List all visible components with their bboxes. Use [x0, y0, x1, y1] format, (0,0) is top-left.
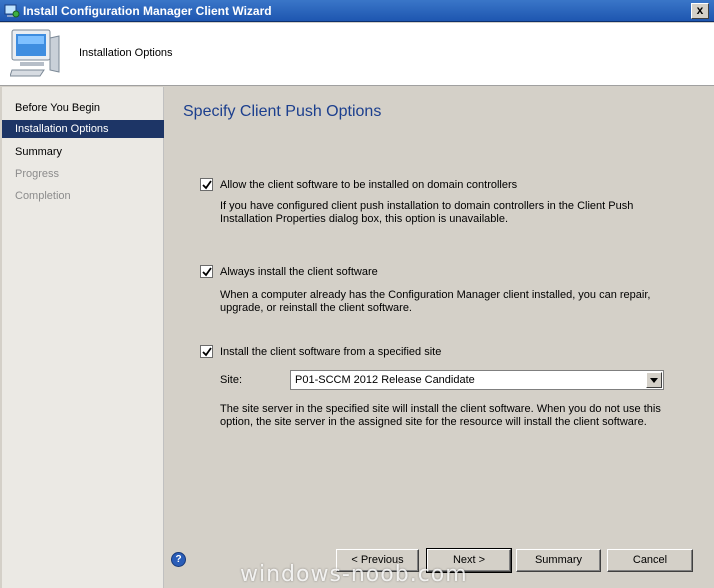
nav-item-progress: Progress	[2, 165, 164, 183]
nav-item-label: Before You Begin	[15, 102, 101, 114]
checkmark-icon	[202, 267, 212, 277]
always-install-label[interactable]: Always install the client software	[220, 266, 378, 278]
option-description: Installation Properties dialog box, this…	[220, 213, 509, 225]
option-description: upgrade, or reinstall the client softwar…	[220, 302, 412, 314]
option-description: If you have configured client push insta…	[220, 200, 634, 212]
specified-site-checkbox[interactable]	[200, 345, 213, 358]
specified-site-label[interactable]: Install the client software from a speci…	[220, 346, 441, 358]
wizard-steps-nav: Before You Begin Installation Options Su…	[2, 87, 164, 588]
option-description: When a computer already has the Configur…	[220, 289, 651, 301]
site-label: Site:	[220, 374, 243, 386]
domain-controllers-checkbox[interactable]	[200, 178, 213, 191]
nav-item-installation-options[interactable]: Installation Options	[2, 120, 164, 138]
site-dropdown[interactable]: P01-SCCM 2012 Release Candidate	[290, 370, 664, 390]
close-button[interactable]: x	[691, 3, 709, 19]
nav-item-before-you-begin[interactable]: Before You Begin	[2, 99, 164, 117]
help-icon: ?	[175, 554, 182, 565]
page-title: Specify Client Push Options	[183, 103, 382, 120]
nav-item-label: Completion	[15, 190, 71, 202]
nav-item-label: Installation Options	[15, 123, 109, 135]
site-dropdown-value: P01-SCCM 2012 Release Candidate	[295, 374, 475, 386]
cancel-button-label: Cancel	[632, 554, 668, 566]
main-panel: Specify Client Push Options Allow the cl…	[165, 87, 714, 588]
option-description: The site server in the specified site wi…	[220, 403, 661, 415]
domain-controllers-label[interactable]: Allow the client software to be installe…	[220, 179, 517, 191]
nav-item-label: Progress	[15, 168, 60, 180]
help-button[interactable]: ?	[171, 552, 186, 567]
nav-item-label: Summary	[15, 146, 63, 158]
summary-button[interactable]: Summary	[516, 549, 601, 572]
close-icon: x	[696, 3, 704, 17]
option-description: option, the site server in the assigned …	[220, 416, 647, 428]
checkmark-icon	[202, 180, 212, 190]
chevron-down-icon	[650, 378, 658, 383]
title-bar: Install Configuration Manager Client Wiz…	[0, 0, 714, 22]
banner-subtitle: Installation Options	[79, 47, 173, 59]
summary-button-label: Summary	[534, 554, 583, 566]
cancel-button[interactable]: Cancel	[607, 549, 693, 572]
computer-icon	[10, 29, 60, 77]
always-install-checkbox[interactable]	[200, 265, 213, 278]
wizard-icon	[4, 4, 20, 18]
dropdown-arrow-button[interactable]	[646, 372, 662, 388]
watermark: windows-noob.com	[240, 562, 468, 587]
checkmark-icon	[202, 347, 212, 357]
nav-item-summary[interactable]: Summary	[2, 143, 164, 161]
wizard-banner: Installation Options	[0, 23, 714, 86]
nav-item-completion: Completion	[2, 187, 164, 205]
window-title: Install Configuration Manager Client Wiz…	[23, 4, 272, 18]
